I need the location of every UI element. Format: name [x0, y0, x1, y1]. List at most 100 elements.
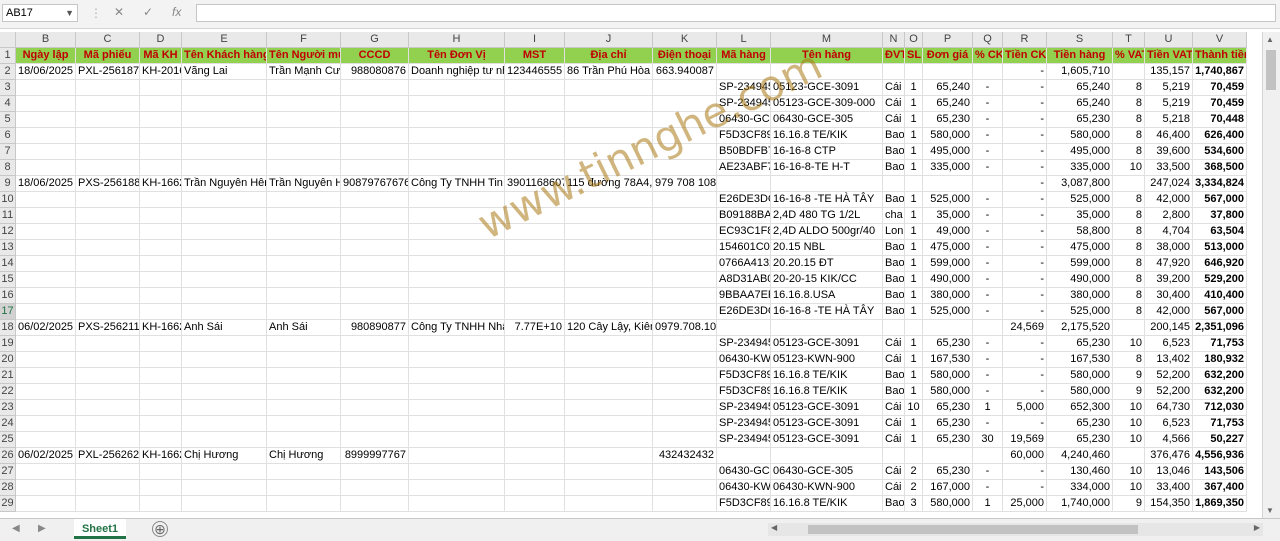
cell[interactable]: 05123-GCE-3091 [771, 432, 883, 448]
cell[interactable]: 18/06/2025 [16, 64, 76, 80]
cell[interactable] [140, 112, 182, 128]
cell[interactable]: 1 [905, 416, 923, 432]
cell[interactable] [505, 80, 565, 96]
cell[interactable]: Anh Sái [267, 320, 341, 336]
cell[interactable]: 06430-KWN-900 [771, 480, 883, 496]
cell[interactable] [341, 272, 409, 288]
cell[interactable]: 8 [1113, 272, 1145, 288]
column-title-cell[interactable]: Điện thoại [653, 48, 717, 64]
cell[interactable]: Cái [883, 464, 905, 480]
cell[interactable]: 06430-GCE-305 [771, 112, 883, 128]
cell[interactable]: 663.940087 [653, 64, 717, 80]
column-title-cell[interactable]: MST [505, 48, 565, 64]
cell[interactable] [341, 96, 409, 112]
cell[interactable] [653, 368, 717, 384]
cell[interactable] [182, 192, 267, 208]
cell[interactable]: 70,459 [1193, 80, 1247, 96]
cell[interactable]: 7.77E+10 [505, 320, 565, 336]
cell[interactable]: 16.16.8.USA [771, 288, 883, 304]
cell[interactable]: - [1003, 176, 1047, 192]
cell[interactable] [771, 176, 883, 192]
row-header[interactable]: 2 [0, 64, 16, 80]
tab-sheet1[interactable]: Sheet1 [74, 519, 126, 539]
cell[interactable]: - [1003, 224, 1047, 240]
cell[interactable]: B50BDFB7D [717, 144, 771, 160]
cell[interactable]: Công Ty TNHH Tin Học [409, 176, 505, 192]
cell[interactable] [267, 400, 341, 416]
column-title-cell[interactable]: Mã KH [140, 48, 182, 64]
cell[interactable] [16, 144, 76, 160]
cell[interactable] [505, 496, 565, 512]
row-header[interactable]: 11 [0, 208, 16, 224]
cell[interactable]: 20.20.15 ĐT [771, 256, 883, 272]
horizontal-scrollbar[interactable]: ◀ ▶ [768, 523, 1263, 536]
cell[interactable] [76, 352, 140, 368]
cell[interactable]: 24,569 [1003, 320, 1047, 336]
cell[interactable]: 1,869,350 [1193, 496, 1247, 512]
cell[interactable]: - [1003, 128, 1047, 144]
cell[interactable] [267, 496, 341, 512]
cell[interactable]: 65,240 [1047, 80, 1113, 96]
row-header[interactable]: 9 [0, 176, 16, 192]
cell[interactable]: SP-2349456 [717, 432, 771, 448]
column-header-n[interactable]: N [883, 32, 905, 48]
cell[interactable]: - [973, 352, 1003, 368]
cell[interactable]: - [1003, 272, 1047, 288]
cell[interactable]: - [973, 192, 1003, 208]
cell[interactable] [182, 160, 267, 176]
cell[interactable] [140, 496, 182, 512]
cell[interactable] [505, 448, 565, 464]
cell[interactable]: 180,932 [1193, 352, 1247, 368]
cell[interactable]: Bao [883, 496, 905, 512]
cell[interactable]: 2 [905, 464, 923, 480]
column-title-cell[interactable]: Tên Khách hàng [182, 48, 267, 64]
cell[interactable] [267, 160, 341, 176]
cell[interactable]: 05123-GCE-3091 [771, 400, 883, 416]
cell[interactable]: KH-1662 [140, 176, 182, 192]
cell[interactable] [182, 384, 267, 400]
cell[interactable]: 5,219 [1145, 96, 1193, 112]
cell[interactable] [341, 480, 409, 496]
cell[interactable]: 1 [905, 368, 923, 384]
cell[interactable]: 8 [1113, 96, 1145, 112]
cell[interactable] [923, 448, 973, 464]
cell[interactable]: 4,704 [1145, 224, 1193, 240]
cell[interactable]: Chị Hương [267, 448, 341, 464]
cell[interactable] [409, 384, 505, 400]
cell[interactable]: 980890877 [341, 320, 409, 336]
cell[interactable]: SP-2349456 [717, 400, 771, 416]
vertical-scrollbar[interactable]: ▲ ▼ [1262, 32, 1280, 518]
cell[interactable] [409, 256, 505, 272]
cell[interactable]: 154601C0A [717, 240, 771, 256]
cell[interactable]: B09188BAD [717, 208, 771, 224]
cell[interactable] [267, 240, 341, 256]
cell[interactable]: 6,523 [1145, 416, 1193, 432]
cell[interactable]: 20.15 NBL [771, 240, 883, 256]
cell[interactable] [341, 192, 409, 208]
cell[interactable] [505, 144, 565, 160]
cell[interactable] [653, 240, 717, 256]
cell[interactable]: Cái [883, 80, 905, 96]
cell[interactable]: - [1003, 144, 1047, 160]
cell[interactable] [653, 192, 717, 208]
row-header[interactable]: 15 [0, 272, 16, 288]
cell[interactable] [409, 80, 505, 96]
cell[interactable]: SP-2349456 [717, 336, 771, 352]
cell[interactable]: 46,400 [1145, 128, 1193, 144]
cell[interactable] [76, 112, 140, 128]
cell[interactable] [76, 480, 140, 496]
cell[interactable]: 65,240 [923, 80, 973, 96]
cell[interactable]: 06430-GCE-305 [771, 464, 883, 480]
cell[interactable] [409, 304, 505, 320]
cell[interactable]: - [1003, 416, 1047, 432]
cell[interactable]: 10 [1113, 464, 1145, 480]
cell[interactable]: 16.16.8 TE/KIK [771, 368, 883, 384]
cell[interactable]: 65,230 [1047, 432, 1113, 448]
cell[interactable] [565, 160, 653, 176]
row-header[interactable]: 28 [0, 480, 16, 496]
cell[interactable]: Doanh nghiệp tư nhân [409, 64, 505, 80]
cell[interactable]: Cái [883, 352, 905, 368]
cell[interactable]: E26DE3DC8 [717, 304, 771, 320]
cell[interactable] [341, 208, 409, 224]
cell[interactable]: 646,920 [1193, 256, 1247, 272]
